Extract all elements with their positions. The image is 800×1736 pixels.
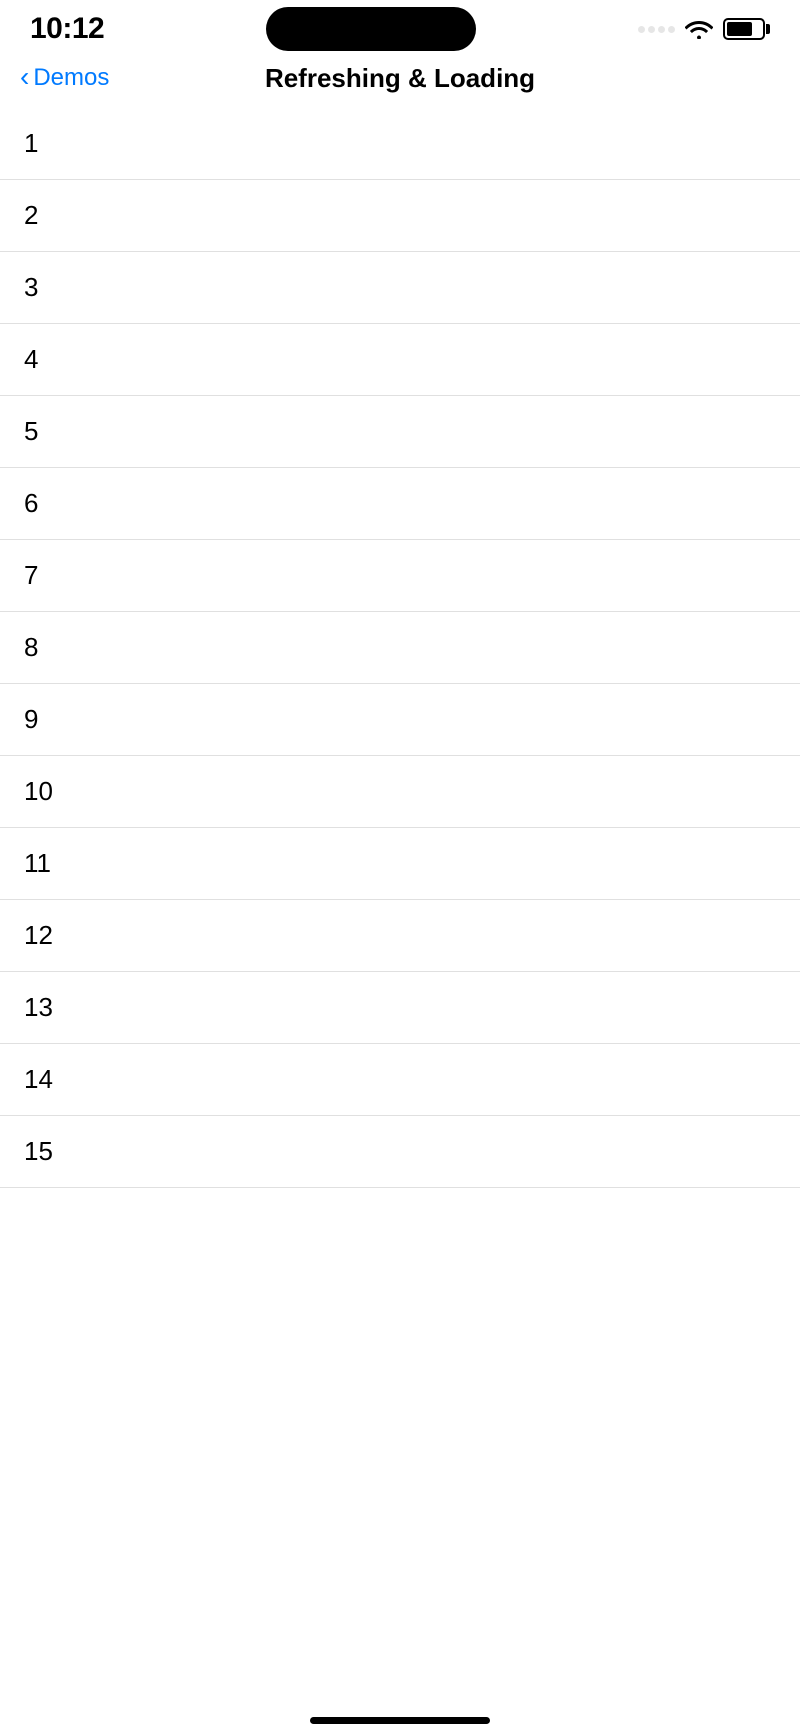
list-item[interactable]: 9 (0, 684, 800, 756)
back-button[interactable]: ‹ Demos (20, 64, 109, 92)
list-item-number: 11 (24, 848, 51, 879)
list-item[interactable]: 3 (0, 252, 800, 324)
list-item[interactable]: 12 (0, 900, 800, 972)
list-item[interactable]: 14 (0, 1044, 800, 1116)
home-indicator (310, 1717, 490, 1724)
list-item-number: 2 (24, 200, 38, 231)
list-item[interactable]: 13 (0, 972, 800, 1044)
list-item-number: 13 (24, 992, 53, 1023)
back-label: Demos (33, 64, 109, 92)
list-item-number: 4 (24, 344, 38, 375)
list-item-number: 9 (24, 704, 38, 735)
list-container: 123456789101112131415 (0, 108, 800, 1188)
status-bar: 10:12 (0, 0, 800, 54)
list-item-number: 7 (24, 560, 38, 591)
list-item[interactable]: 15 (0, 1116, 800, 1188)
list-item[interactable]: 6 (0, 468, 800, 540)
list-item-number: 6 (24, 488, 38, 519)
list-item[interactable]: 2 (0, 180, 800, 252)
list-item[interactable]: 7 (0, 540, 800, 612)
wifi-icon (685, 19, 713, 39)
list-item-number: 10 (24, 776, 53, 807)
list-item[interactable]: 10 (0, 756, 800, 828)
nav-bar: ‹ Demos Refreshing & Loading (0, 54, 800, 108)
battery-icon (723, 18, 770, 40)
list-item[interactable]: 11 (0, 828, 800, 900)
list-item-number: 1 (24, 128, 38, 159)
page-title: Refreshing & Loading (265, 63, 535, 94)
list-item-number: 12 (24, 920, 53, 951)
list-item-number: 15 (24, 1136, 53, 1167)
status-time: 10:12 (30, 12, 104, 46)
list-item-number: 14 (24, 1064, 53, 1095)
list-item[interactable]: 1 (0, 108, 800, 180)
dynamic-island (266, 7, 476, 51)
list-item[interactable]: 8 (0, 612, 800, 684)
signal-icon (638, 26, 675, 33)
list-item[interactable]: 5 (0, 396, 800, 468)
list-item-number: 5 (24, 416, 38, 447)
list-item-number: 3 (24, 272, 38, 303)
list-item[interactable]: 4 (0, 324, 800, 396)
back-chevron-icon: ‹ (20, 63, 29, 91)
list-item-number: 8 (24, 632, 38, 663)
status-icons (638, 18, 770, 40)
